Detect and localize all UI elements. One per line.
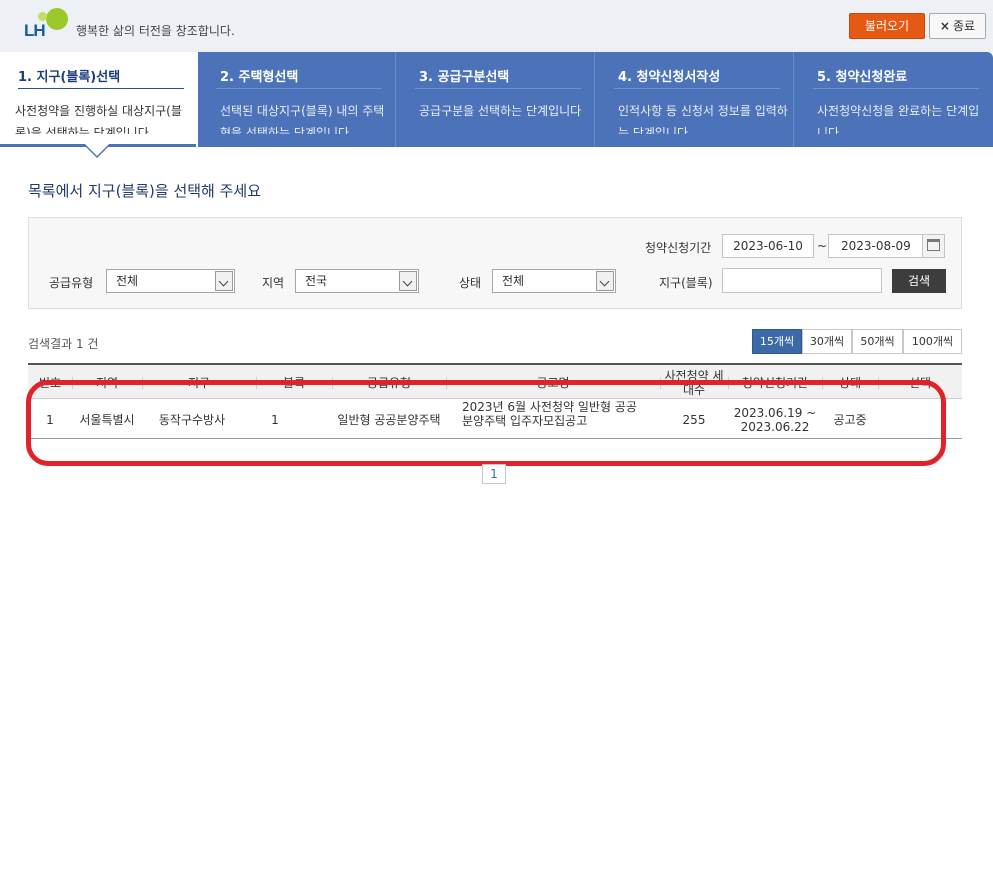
supply-type-label: 공급유형 [49,276,94,290]
status-label: 상태 [459,276,482,290]
close-icon: × [939,19,950,33]
cell-no: 1 [46,412,54,427]
header-no: 번호 [38,375,62,390]
top-bar: LH 행복한 삶의 터전을 창조합니다. 불러오기 × 종료 [0,0,993,52]
slogan: 행복한 삶의 터전을 창조합니다. [76,24,235,38]
chevron-down-icon [596,271,614,291]
page-size-100[interactable]: 100개씩 [903,329,962,354]
status-value: 전체 [502,274,525,288]
step-3-desc: 공급구분을 선택하는 단계입니다 [419,104,582,118]
page-size-30[interactable]: 30개씩 [802,329,852,354]
date-to-input[interactable]: 2023-08-09 [828,234,945,258]
calendar-icon[interactable] [922,235,944,257]
cell-notice: 2023년 6월 사전청약 일반형 공공 분양주택 입주자모집공고 [462,400,658,439]
period-label: 청약신청기간 [645,241,712,255]
step-3-title: 3. 공급구분선택 [419,70,510,85]
step-1-divider [18,88,184,89]
step-4: 4. 청약신청서작성 인적사항 등 신청서 정보를 입력하는 단계입니다 [596,52,794,147]
header-supply-type: 공급유형 [366,375,412,390]
date-range-separator: ~ [817,239,828,253]
step-2-desc: 선택된 대상지구(블록) 내의 주택형을 선택하는 단계입니다 [220,104,385,134]
period-line-2: 2023.06.22 [740,419,810,434]
cell-region: 서울특별시 [79,412,135,427]
supply-type-select[interactable]: 전체 [106,269,235,293]
date-to-value: 2023-08-09 [841,239,911,253]
step-navigation: 1. 지구(블록)선택 사전청약을 진행하실 대상지구(블록)을 선택하는 단계… [0,52,993,147]
header-notice: 공고명 [536,375,570,390]
region-label: 지역 [262,276,285,290]
header-select: 선택 [908,375,932,390]
cell-period: 2023.06.19 ~ 2023.06.22 [728,400,822,439]
result-count: 검색결과 1 건 [28,337,99,351]
table-header: 번호 지역 지구 블록 공급유형 공고명 사전청약 세대수 청약신청기간 상태 … [28,363,962,399]
page-size-50[interactable]: 50개씩 [852,329,903,354]
step-1: 1. 지구(블록)선택 사전청약을 진행하실 대상지구(블록)을 선택하는 단계… [0,52,198,147]
period-line-1: 2023.06.19 ~ [733,405,817,420]
step-2-divider [216,88,382,89]
cell-units: 255 [682,412,706,427]
header-period: 청약신청기간 [741,375,809,390]
cell-district: 동작구수방사 [158,412,226,427]
step-3-divider [415,88,581,89]
header-block: 블록 [282,375,306,390]
header-region: 지역 [95,375,119,390]
logo-circle-large [46,8,68,30]
active-step-arrow [85,144,109,156]
header-status: 상태 [838,375,862,390]
notice-line-1: 2023년 6월 사전청약 일반형 공공 [462,400,637,414]
logo-text: LH [24,21,46,40]
notice-line-2: 분양주택 입주자모집공고 [462,414,588,428]
search-filter-panel: 청약신청기간 2023-06-10 ~ 2023-08-09 공급유형 전체 지… [28,217,962,309]
step-4-divider [614,88,780,89]
region-value: 전국 [305,274,328,288]
chevron-down-icon [399,271,417,291]
header-district: 지구 [187,375,211,390]
step-5-divider [813,88,979,89]
step-4-title: 4. 청약신청서작성 [618,70,721,85]
load-button[interactable]: 불러오기 [849,13,925,39]
cell-status: 공고중 [833,412,867,427]
date-from-input[interactable]: 2023-06-10 [722,234,814,258]
page-number-button[interactable]: 1 [482,464,506,484]
close-button[interactable]: × 종료 [929,13,986,39]
step-4-desc: 인적사항 등 신청서 정보를 입력하는 단계입니다 [618,104,788,134]
step-5: 5. 청약신청완료 사전청약신청을 완료하는 단계입니다 [795,52,993,147]
close-button-label: 종료 [952,19,976,33]
region-select[interactable]: 전국 [295,269,419,293]
search-button[interactable]: 검색 [892,269,946,293]
cell-supply-type: 일반형 공공분양주택 [337,412,441,427]
district-input[interactable] [722,268,882,293]
table-row[interactable]: 1 서울특별시 동작구수방사 1 일반형 공공분양주택 2023년 6월 사전청… [28,400,962,439]
step-5-title: 5. 청약신청완료 [817,70,908,85]
district-label: 지구(블록) [659,276,713,290]
page-heading: 목록에서 지구(블록)을 선택해 주세요 [28,182,262,200]
supply-type-value: 전체 [116,274,139,288]
status-select[interactable]: 전체 [492,269,616,293]
cell-select[interactable] [878,400,962,439]
logo-circle-small [38,12,47,21]
step-3: 3. 공급구분선택 공급구분을 선택하는 단계입니다 [397,52,595,147]
lh-logo: LH [24,8,74,42]
step-2-title: 2. 주택형선택 [220,70,299,85]
step-5-desc: 사전청약신청을 완료하는 단계입니다 [817,104,980,134]
step-1-title: 1. 지구(블록)선택 [18,70,121,85]
chevron-down-icon [215,271,233,291]
page-size-15[interactable]: 15개씩 [752,329,802,354]
cell-block: 1 [271,412,279,427]
header-units: 사전청약 세대수 [664,368,724,397]
step-1-desc: 사전청약을 진행하실 대상지구(블록)을 선택하는 단계입니다 [15,104,182,134]
step-2: 2. 주택형선택 선택된 대상지구(블록) 내의 주택형을 선택하는 단계입니다 [198,52,396,147]
